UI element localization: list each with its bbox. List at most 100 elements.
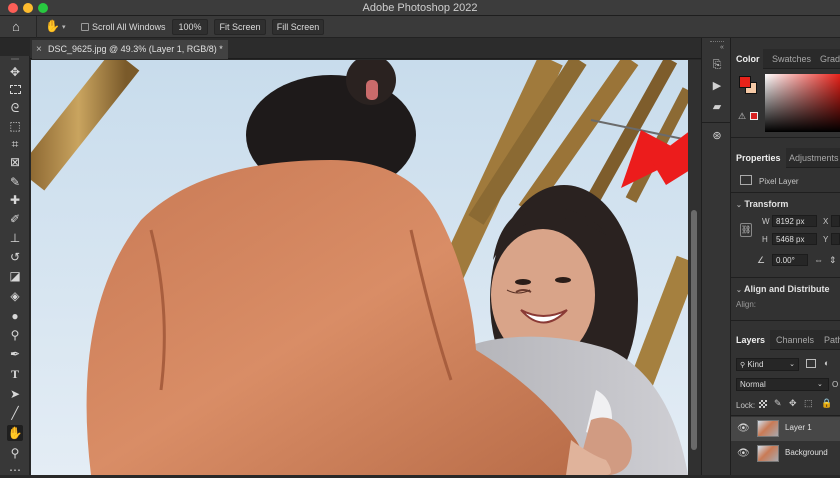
photo (31, 60, 688, 475)
warning-icon: ⚠ (738, 111, 747, 121)
tools-panel: ✥ ᘓ ⬚ ⌗ ⊠ ✎ ✚ ✐ ⊥ ↺ ◪ ◈ ● ⚲ ✒ T ➤ ╱ ✋ ⚲ … (0, 56, 30, 478)
scrollbar-thumb[interactable] (691, 210, 697, 450)
lock-transparent-pixels-icon[interactable] (759, 400, 767, 408)
eyedropper-tool-icon[interactable]: ✎ (7, 174, 23, 190)
filter-adjustment-layers-icon[interactable]: ◐ (824, 358, 829, 368)
flip-horizontal-icon[interactable]: ⇔ (814, 255, 823, 265)
path-selection-tool-icon[interactable]: ➤ (7, 386, 23, 402)
visibility-eye-icon[interactable]: 👁 (737, 423, 750, 434)
crop-tool-icon[interactable]: ⌗ (7, 136, 23, 152)
frame-tool-icon[interactable]: ⊠ (7, 154, 23, 170)
tab-channels[interactable]: Channels (771, 330, 819, 350)
tab-properties[interactable]: Properties (731, 148, 786, 168)
search-icon: ⚲ (740, 362, 746, 369)
visibility-eye-icon[interactable]: 👁 (737, 448, 750, 459)
tab-color[interactable]: Color (731, 49, 763, 69)
blend-mode-select[interactable]: Normal ⌄ (736, 378, 829, 391)
brush-tool-icon[interactable]: ✐ (7, 211, 23, 227)
pen-tool-icon[interactable]: ✒ (7, 346, 23, 362)
tab-gradients[interactable]: Gradi (815, 49, 840, 69)
object-selection-tool-icon[interactable]: ⬚ (7, 118, 23, 134)
title-bar: Adobe Photoshop 2022 (0, 0, 840, 16)
height-label: H (762, 235, 768, 244)
align-distribute-header: Align and Distribute (744, 284, 830, 294)
more-tools-icon[interactable]: ⋯ (7, 462, 23, 478)
zoom-tool-icon[interactable]: ⚲ (7, 445, 23, 461)
layer-thumbnail (757, 445, 779, 462)
layer-type-label: Pixel Layer (759, 177, 799, 186)
document-tab[interactable]: × DSC_9625.jpg @ 49.3% (Layer 1, RGB/8) … (32, 40, 228, 59)
lasso-tool-icon[interactable]: ᘓ (7, 100, 23, 116)
lock-all-icon[interactable]: 🔒 (821, 398, 832, 409)
lock-artboard-icon[interactable]: ⬚ (804, 398, 813, 409)
right-panels: Color Swatches Gradi ⚠ Properties Adjust… (731, 38, 840, 475)
type-tool-icon[interactable]: T (7, 366, 23, 382)
align-distribute-section[interactable]: ⌄ Align and Distribute (736, 284, 830, 294)
close-tab-icon[interactable]: × (36, 40, 42, 59)
fill-screen-button[interactable]: Fill Screen (272, 19, 324, 35)
history-brush-tool-icon[interactable]: ↺ (7, 249, 23, 265)
height-field[interactable]: 5468 px (772, 233, 817, 245)
libraries-panel-icon[interactable]: ⊛ (711, 130, 723, 142)
canvas-vertical-scrollbar[interactable] (688, 60, 701, 475)
width-field[interactable]: 8192 px (772, 215, 817, 227)
hand-tool-icon[interactable]: ✋ (45, 19, 60, 33)
comments-panel-icon[interactable]: ▰ (711, 101, 723, 113)
fit-screen-button[interactable]: Fit Screen (214, 19, 266, 35)
layer-thumbnail (757, 420, 779, 437)
paint-bucket-tool-icon[interactable]: ◈ (7, 288, 23, 304)
actions-play-icon[interactable]: ▶ (711, 80, 723, 92)
chevron-down-icon: ⌄ (736, 202, 742, 209)
angle-field[interactable]: 0.00° (772, 254, 808, 266)
layer-row[interactable]: 👁 Layer 1 (731, 417, 840, 441)
y-label: Y (823, 235, 829, 244)
collapse-panels-icon[interactable]: « (720, 44, 724, 51)
chevron-down-icon: ⌄ (789, 361, 795, 368)
hand-tool-icon[interactable]: ✋ (7, 425, 23, 441)
foreground-color-swatch[interactable] (739, 76, 751, 88)
web-safe-color-swatch[interactable] (750, 112, 758, 120)
x-label: X (823, 217, 829, 226)
layer-row[interactable]: 👁 Background (731, 442, 840, 466)
eraser-tool-icon[interactable]: ◪ (7, 268, 23, 284)
tab-swatches[interactable]: Swatches (767, 49, 816, 69)
filter-pixel-layers-icon[interactable] (806, 359, 816, 368)
zoom-100-button[interactable]: 100% (172, 19, 208, 35)
properties-panel-tabs: Properties Adjustments (731, 148, 840, 168)
layer-name: Layer 1 (785, 423, 812, 432)
move-tool-icon[interactable]: ✥ (7, 64, 23, 80)
separator (731, 137, 840, 138)
link-icon[interactable]: ⛓ (740, 223, 752, 237)
angle-icon: ∠ (757, 255, 766, 265)
tab-paths[interactable]: Path (819, 330, 840, 350)
scroll-all-windows-checkbox[interactable] (81, 23, 89, 31)
opacity-label: O (832, 380, 839, 389)
clone-stamp-tool-icon[interactable]: ⊥ (7, 230, 23, 246)
dodge-tool-icon[interactable]: ⚲ (7, 327, 23, 343)
lock-position-icon[interactable]: ✥ (789, 398, 797, 409)
align-label: Align: (736, 300, 757, 309)
healing-brush-tool-icon[interactable]: ✚ (7, 192, 23, 208)
y-field[interactable] (831, 233, 840, 245)
history-panel-icon[interactable]: ⎘ (711, 59, 723, 71)
marquee-tool-icon[interactable] (7, 82, 23, 98)
scroll-all-windows-label: Scroll All Windows (92, 22, 166, 32)
color-field[interactable] (765, 74, 840, 132)
tab-layers[interactable]: Layers (731, 330, 771, 350)
x-field[interactable] (831, 215, 840, 227)
document-canvas[interactable] (31, 60, 688, 475)
panel-grip[interactable] (710, 41, 724, 43)
home-icon[interactable]: ⌂ (12, 19, 20, 34)
lock-image-pixels-icon[interactable]: ✎ (774, 398, 782, 409)
tab-adjustments[interactable]: Adjustments (784, 148, 840, 168)
toolbar-grip[interactable] (11, 58, 19, 60)
separator (731, 277, 840, 278)
line-tool-icon[interactable]: ╱ (7, 405, 23, 421)
layer-filter-kind[interactable]: ⚲ Kind ⌄ (736, 358, 799, 371)
chevron-down-icon[interactable]: ▾ (62, 23, 66, 31)
pixel-layer-icon (740, 175, 752, 185)
transform-section[interactable]: ⌄ Transform (736, 199, 788, 209)
flip-vertical-icon[interactable]: ⇕ (829, 255, 837, 266)
blur-tool-icon[interactable]: ● (7, 308, 23, 324)
width-label: W (762, 217, 770, 226)
